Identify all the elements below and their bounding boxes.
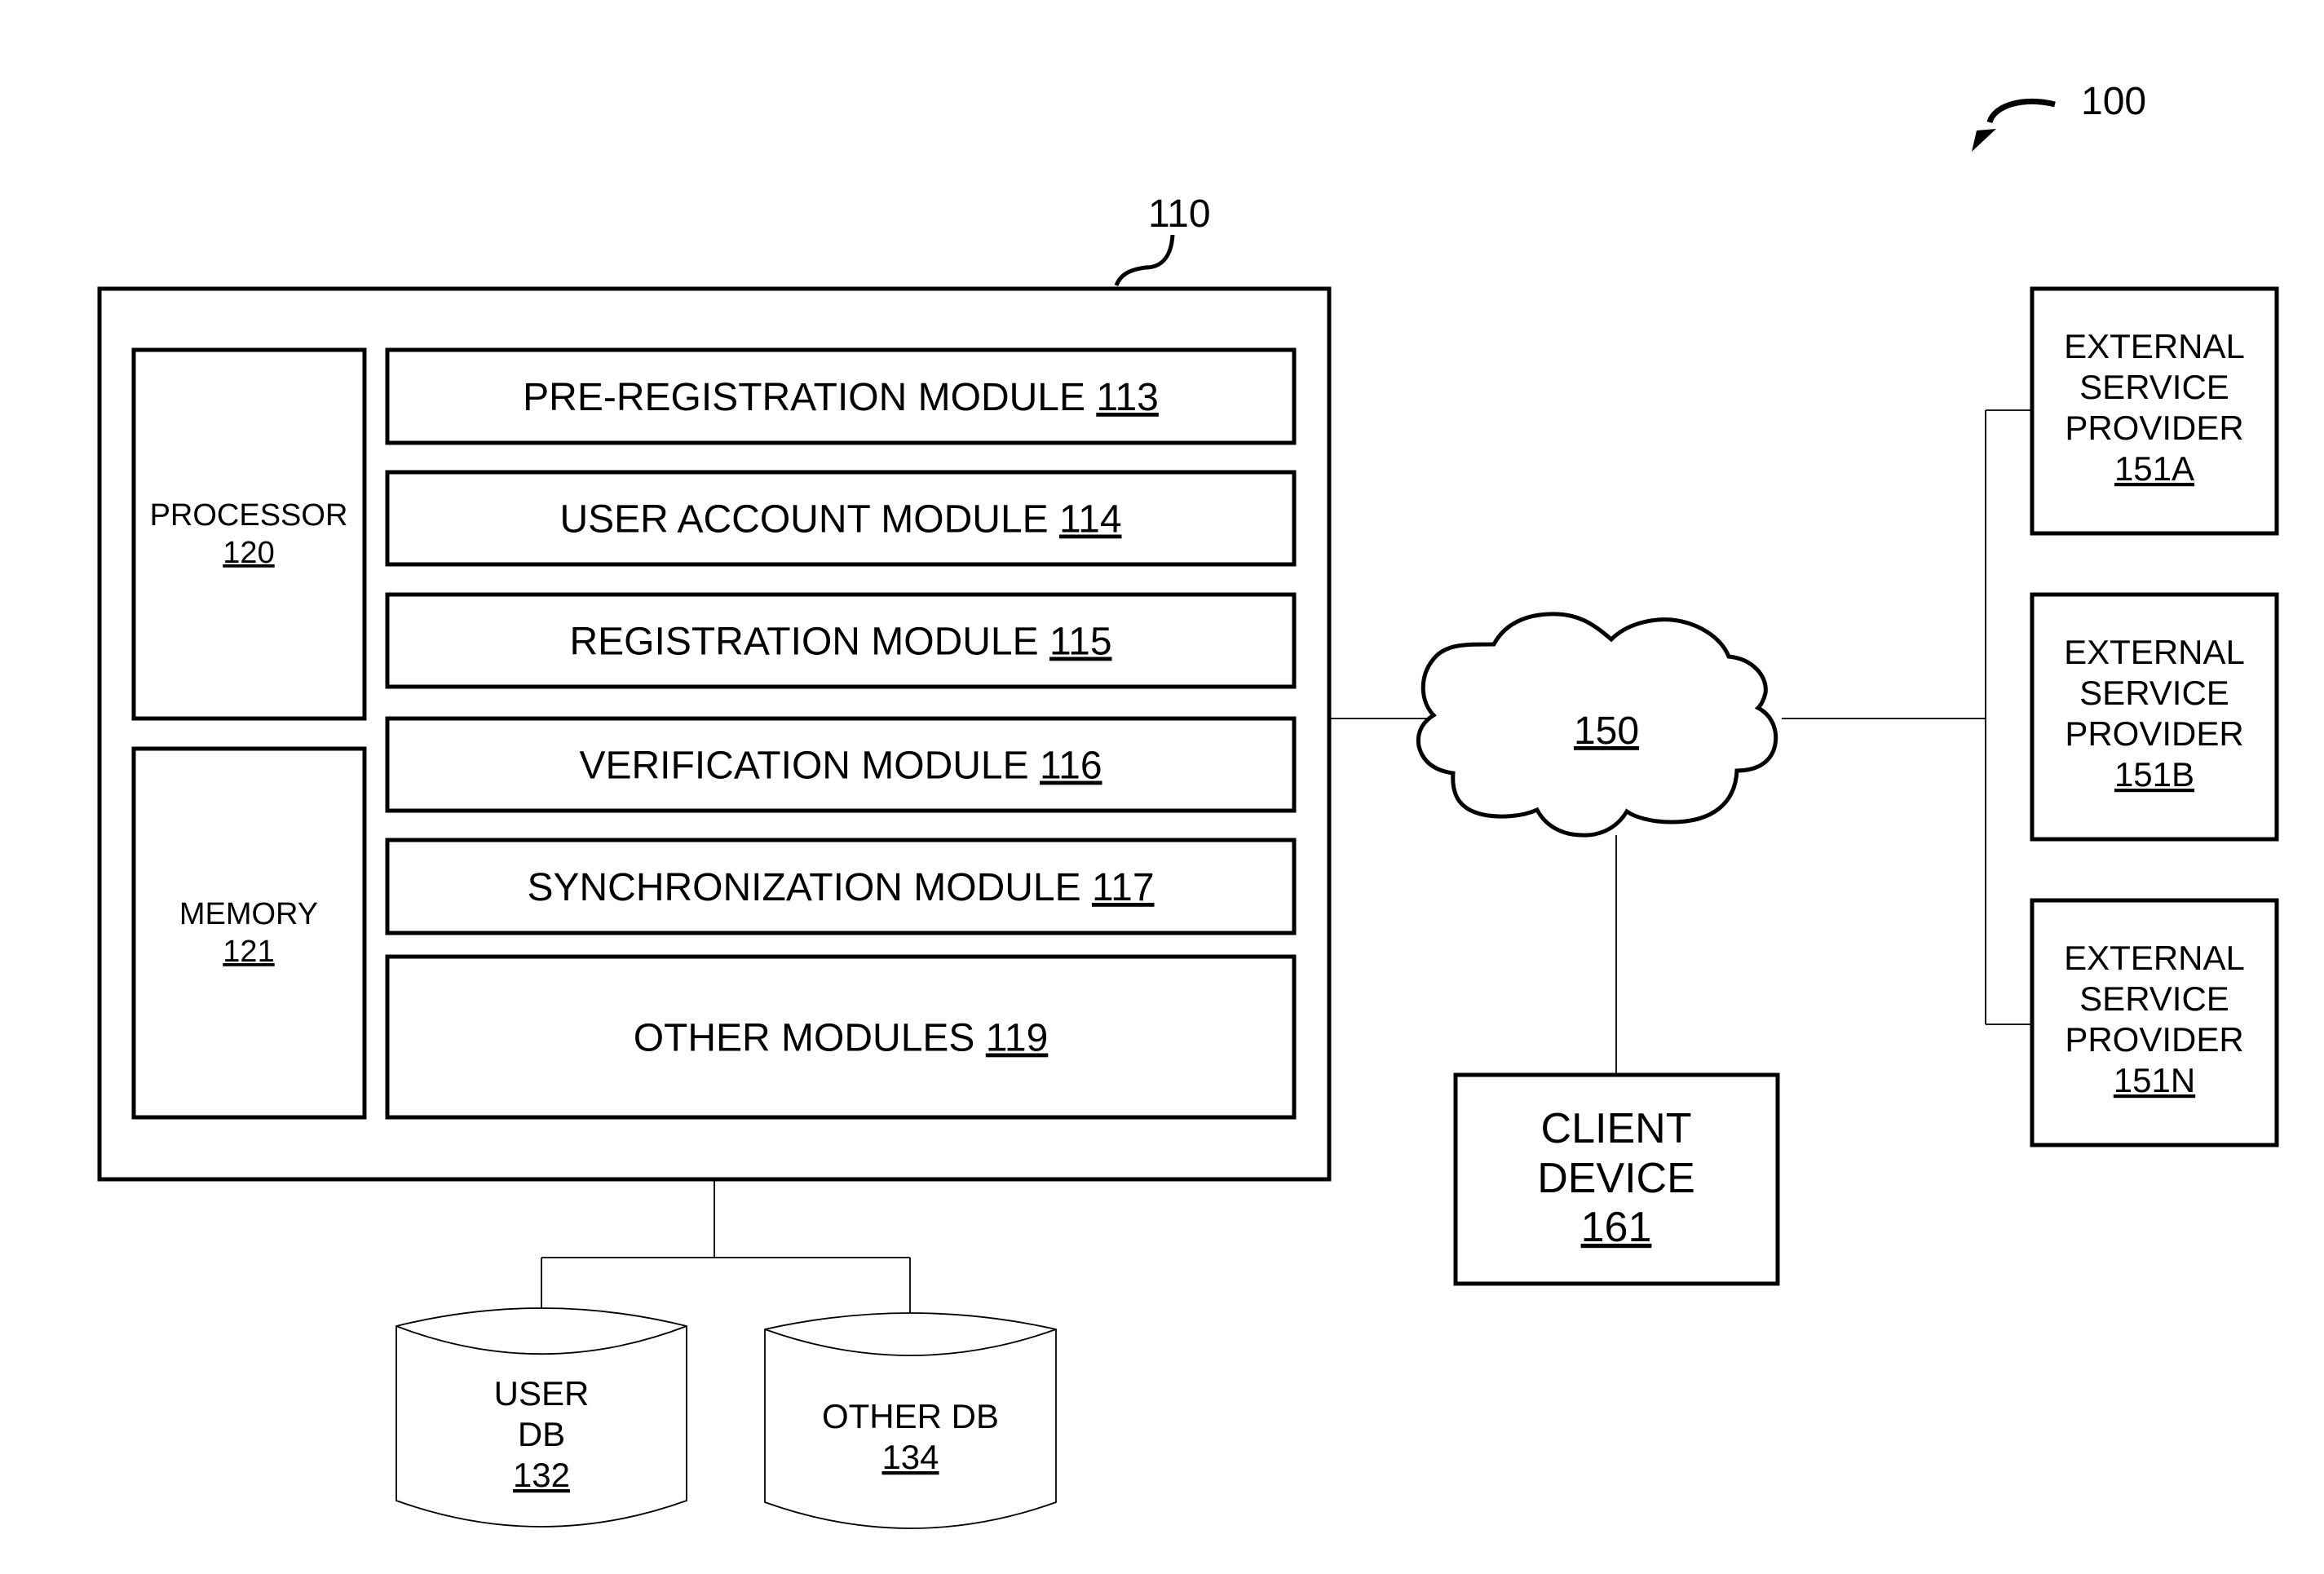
figure-ref-arrow-icon — [1986, 99, 2056, 124]
figure-ref-arrowhead-icon — [1972, 129, 1996, 152]
module-name: PRE-REGISTRATION MODULE — [523, 376, 1085, 419]
module-ref: 113 — [1096, 376, 1159, 419]
module-spacer — [1081, 866, 1092, 909]
processor-block: PROCESSOR 120 — [131, 347, 367, 721]
module-item: PRE-REGISTRATION MODULE 113 — [385, 347, 1297, 445]
database-ref: 132 — [513, 1456, 570, 1494]
module-spacer — [1085, 376, 1096, 419]
provider-bus — [1782, 409, 2032, 1025]
module-item: REGISTRATION MODULE 115 — [385, 592, 1297, 689]
processor-label: PROCESSOR — [150, 498, 348, 533]
provider-label-line: PROVIDER — [2065, 1020, 2243, 1059]
module-name: OTHER MODULES — [634, 1017, 975, 1060]
provider-label-line: EXTERNAL — [2064, 939, 2245, 977]
module-spacer — [1039, 621, 1049, 664]
provider-ref: 151B — [2114, 755, 2194, 794]
provider-label-line: SERVICE — [2079, 674, 2229, 712]
providers-group: EXTERNALSERVICEPROVIDER151AEXTERNALSERVI… — [2030, 286, 2279, 1147]
database-label-line: OTHER DB — [822, 1397, 999, 1435]
database-user: USERDB132 — [395, 1307, 687, 1528]
system-diagram: 100 110 PROCESSOR 120 MEMORY 121 PRE-REG… — [97, 80, 2279, 1529]
figure-ref-label: 100 — [2081, 80, 2146, 123]
external-service-provider: EXTERNALSERVICEPROVIDER151B — [2030, 592, 2279, 842]
external-service-provider: EXTERNALSERVICEPROVIDER151N — [2030, 898, 2279, 1147]
provider-ref: 151N — [2114, 1061, 2195, 1099]
module-label: OTHER MODULES 119 — [634, 1017, 1049, 1060]
provider-label-line: EXTERNAL — [2064, 327, 2245, 365]
module-spacer — [1049, 498, 1059, 542]
module-name: USER ACCOUNT MODULE — [559, 498, 1048, 542]
database-label-line: DB — [518, 1415, 565, 1453]
memory-block: MEMORY 121 — [131, 746, 367, 1120]
provider-label-line: SERVICE — [2079, 368, 2229, 406]
memory-box — [131, 746, 367, 1120]
module-label: SYNCHRONIZATION MODULE 117 — [527, 866, 1154, 909]
server-reference: 110 — [1114, 192, 1211, 287]
memory-ref: 121 — [223, 935, 274, 969]
database-label-line: USER — [494, 1374, 590, 1413]
module-label: REGISTRATION MODULE 115 — [569, 621, 1111, 664]
module-label: VERIFICATION MODULE 116 — [579, 745, 1102, 788]
client-device: CLIENT DEVICE 161 — [1453, 1072, 1780, 1286]
memory-label: MEMORY — [179, 897, 318, 931]
client-label-line-1: CLIENT — [1541, 1105, 1692, 1152]
network-cloud: 150 — [1416, 612, 1778, 838]
module-item: OTHER MODULES 119 — [385, 954, 1297, 1120]
database-other: OTHER DB134 — [764, 1312, 1057, 1529]
client-label-line-2: DEVICE — [1537, 1155, 1695, 1202]
processor-ref: 120 — [223, 536, 274, 570]
figure-reference: 100 — [1972, 80, 2146, 152]
client-ref: 161 — [1581, 1204, 1652, 1251]
server-ref-leader — [1114, 234, 1175, 287]
processor-box — [131, 347, 367, 721]
server-ref-label: 110 — [1148, 192, 1211, 236]
module-name: VERIFICATION MODULE — [579, 745, 1028, 788]
module-ref: 119 — [986, 1017, 1049, 1060]
module-item: USER ACCOUNT MODULE 114 — [385, 470, 1297, 567]
module-ref: 114 — [1059, 498, 1122, 542]
module-label: PRE-REGISTRATION MODULE 113 — [523, 376, 1159, 419]
provider-label-line: EXTERNAL — [2064, 633, 2245, 671]
provider-label-line: PROVIDER — [2065, 409, 2243, 447]
provider-label-line: SERVICE — [2079, 979, 2229, 1018]
module-ref: 117 — [1092, 866, 1155, 909]
module-label: USER ACCOUNT MODULE 114 — [559, 498, 1121, 542]
databases-group: USERDB132 OTHER DB134 — [395, 1307, 1057, 1529]
database-ref: 134 — [881, 1438, 939, 1476]
module-spacer — [1029, 745, 1040, 788]
module-name: SYNCHRONIZATION MODULE — [527, 866, 1080, 909]
module-item: SYNCHRONIZATION MODULE 117 — [385, 838, 1297, 935]
db-connectors — [541, 1179, 911, 1313]
module-ref: 115 — [1049, 621, 1112, 664]
external-service-provider: EXTERNALSERVICEPROVIDER151A — [2030, 286, 2279, 536]
module-ref: 116 — [1040, 745, 1102, 788]
module-item: VERIFICATION MODULE 116 — [385, 716, 1297, 813]
module-name: REGISTRATION MODULE — [569, 621, 1038, 664]
network-ref: 150 — [1574, 710, 1639, 753]
provider-label-line: PROVIDER — [2065, 714, 2243, 753]
provider-ref: 151A — [2114, 449, 2194, 488]
module-spacer — [974, 1017, 985, 1060]
